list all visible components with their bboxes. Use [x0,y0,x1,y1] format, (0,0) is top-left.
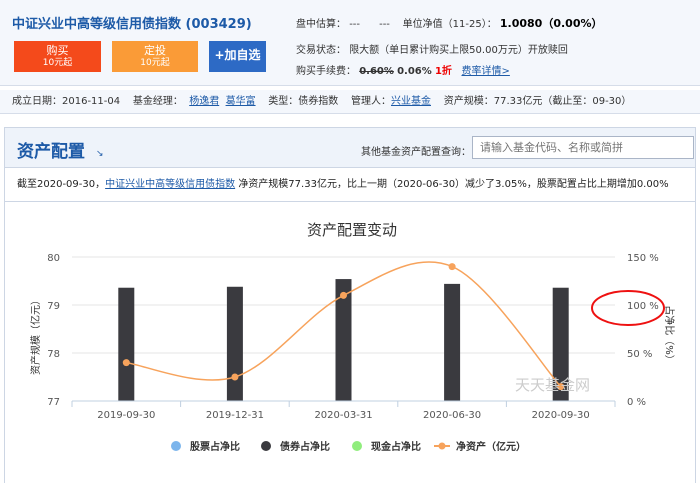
y-tick-right: 50 % [627,349,652,360]
bar [444,283,461,401]
scale-label: 资产规模： [443,96,494,107]
x-tick-label: 2019-09-30 [97,410,155,421]
y-tick-left: 78 [47,349,60,360]
bar [118,287,135,401]
estimate-value: --- [349,19,361,30]
summary-text: 净资产规模77.33亿元，比上一期（2020-06-30）减少了3.05%，股票… [238,179,669,190]
auto-invest-label: 定投 [144,44,166,57]
auto-invest-sub-label: 10元起 [140,58,170,68]
net-asset-point [448,263,456,271]
y-tick-left: 80 [47,253,60,264]
summary-fund-link[interactable]: 中证兴业中高等级信用债指数 [105,179,235,190]
legend-marker [352,441,362,451]
bar [226,286,243,401]
x-tick-label: 2020-03-31 [314,410,372,421]
manager-link-1[interactable]: 杨逸君 [189,96,219,107]
fund-name[interactable]: 中证兴业中高等级信用债指数 [12,17,181,32]
fund-search-input[interactable] [472,136,694,159]
x-tick-label: 2019-12-31 [206,410,264,421]
company-label: 管理人： [351,96,391,107]
legend-marker [438,442,446,450]
status-label: 交易状态： [296,45,346,56]
fund-header: 中证兴业中高等级信用债指数 (003429) 购买 10元起 定投 10元起 +… [0,0,700,86]
buy-sub-label: 10元起 [42,58,73,68]
status-value: 限大额（单日累计购买上限50.00万元）开放赎回 [349,45,568,56]
scale-value: 77.33亿元（截止至：09-30） [493,96,632,107]
legend-marker [261,441,271,451]
nav-value: 1.0080（0.00%） [499,17,603,30]
nav-label: 单位净值（11-25）： [402,19,497,30]
estimate-change: --- [379,19,390,30]
fee-label: 购买手续费： [296,66,356,77]
asset-allocation-chart: 资产配置变动 资产规模（亿元） 占净比（%） 77 78 79 80 0 % 50 % 10… [29,221,676,453]
x-tick-label: 2020-06-30 [423,410,481,421]
legend-item[interactable]: 现金占净比 [371,440,421,453]
legend-item[interactable]: 债券占净比 [280,440,330,453]
status-row: 交易状态： 限大额（单日累计购买上限50.00万元）开放赎回 [296,41,568,56]
arrow-icon[interactable]: ↘ [96,149,104,159]
legend-item[interactable]: 股票占净比 [190,440,240,453]
y-axis-label-right: 占净比（%） [663,305,676,365]
net-asset-point [340,291,347,299]
section-title: 资产配置 [17,142,85,162]
fee-discount: 1折 [434,66,452,77]
summary-prefix: 截至2020-09-30， [17,179,106,190]
buy-button[interactable]: 购买 10元起 [14,41,101,72]
type-label: 类型： [268,96,299,107]
net-asset-point [231,373,239,381]
manager-link-2[interactable]: 葛华富 [226,96,256,107]
allocation-summary: 截至2020-09-30，中证兴业中高等级信用债指数 净资产规模77.33亿元，… [5,168,695,202]
watermark: 天天基金网 [515,376,590,394]
established-date: 2016-11-04 [62,96,121,107]
query-label: 其他基金资产配置查询： [361,147,471,158]
estimate-row: 盘中估算： --- --- 单位净值（11-25）： 1.0080（0.00%） [296,15,603,31]
legend-marker [171,441,181,451]
auto-invest-button[interactable]: 定投 10元起 [112,41,198,72]
add-watchlist-button[interactable]: +加自选 [209,41,266,72]
net-asset-point [122,359,130,367]
fee-current: 0.06% [397,66,432,77]
estimate-label: 盘中估算： [296,19,346,30]
manager-label: 基金经理： [132,96,183,107]
y-tick-right: 150 % [627,253,659,264]
fee-row: 购买手续费： 0.60% 0.06% 1折 费率详情> [296,62,510,77]
y-tick-right: 0 % [627,397,646,408]
x-tick-label: 2020-09-30 [532,410,590,421]
section-header: 资产配置 ↘ 其他基金资产配置查询： [5,128,695,168]
established-label: 成立日期： [12,96,62,107]
fund-type: 债券指数 [298,96,339,107]
fund-title[interactable]: 中证兴业中高等级信用债指数 (003429) [12,13,252,32]
fee-original: 0.60% [359,66,394,77]
y-tick-right: 100 % [627,301,659,312]
y-axis-label-left: 资产规模（亿元） [29,295,42,375]
y-tick-left: 77 [47,397,60,408]
y-tick-left: 79 [47,301,60,312]
chart-title: 资产配置变动 [307,221,397,239]
fund-meta-bar: 成立日期：2016-11-04 基金经理： 杨逸君 葛华富 类型：债券指数 管理… [0,90,700,114]
company-link[interactable]: 兴业基金 [391,96,431,107]
fund-code: (003429) [185,17,252,32]
fee-details-link[interactable]: 费率详情> [461,66,509,77]
legend-item[interactable]: 净资产（亿元） [456,440,526,453]
buy-label: 购买 [46,44,69,57]
